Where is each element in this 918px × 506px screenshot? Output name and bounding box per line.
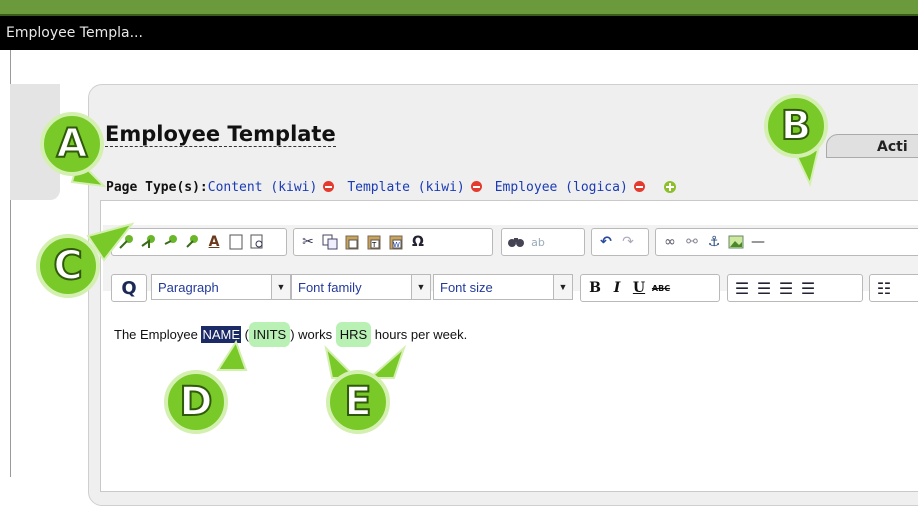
- unlink-icon[interactable]: ⚯: [682, 232, 702, 252]
- paste-icon[interactable]: [342, 232, 362, 252]
- strikethrough-button[interactable]: ABC: [651, 278, 671, 298]
- toolbar-group-insert: ∞ ⚯ ⚓ —: [655, 228, 918, 256]
- new-page-icon[interactable]: [226, 232, 246, 252]
- preview-icon[interactable]: [248, 232, 268, 252]
- toolbar-group-lists: ☷: [869, 274, 918, 302]
- page-type-link-employee[interactable]: Employee (logica): [495, 180, 628, 195]
- toolbar-group-align: ☰ ☰ ☰ ☰: [727, 274, 863, 302]
- top-accent-stripe: [0, 0, 918, 14]
- remove-icon[interactable]: [323, 181, 335, 192]
- chevron-down-icon[interactable]: ▼: [553, 275, 572, 299]
- cut-icon[interactable]: ✂: [298, 232, 318, 252]
- svg-text:W: W: [393, 241, 400, 249]
- align-left-icon[interactable]: ☰: [732, 278, 752, 298]
- underline-button[interactable]: U: [629, 278, 649, 298]
- template-token-icon[interactable]: [116, 232, 136, 252]
- bullet-list-icon[interactable]: ☷: [874, 278, 894, 298]
- format-select[interactable]: Paragraph ▼: [151, 274, 291, 300]
- callout-d: D: [164, 370, 228, 434]
- redo-icon[interactable]: ↷: [618, 232, 638, 252]
- template-token-icon[interactable]: [160, 232, 180, 252]
- remove-icon[interactable]: [633, 181, 645, 192]
- font-family-select[interactable]: Font family ▼: [291, 274, 431, 300]
- svg-text:T: T: [371, 241, 377, 249]
- chevron-down-icon[interactable]: ▼: [271, 275, 290, 299]
- name-token[interactable]: NAME: [201, 326, 241, 343]
- align-center-icon[interactable]: ☰: [754, 278, 774, 298]
- find-icon[interactable]: [506, 232, 526, 252]
- page-title[interactable]: Employee Template: [105, 122, 336, 147]
- font-size-select[interactable]: Font size ▼: [433, 274, 573, 300]
- page-type-link-content[interactable]: Content (kiwi): [208, 180, 318, 195]
- omega-icon[interactable]: Ω: [408, 232, 428, 252]
- toolbar-group-find: ab: [501, 228, 585, 256]
- horizontal-rule-icon[interactable]: —: [748, 232, 768, 252]
- toolbar-group-template: A: [111, 228, 287, 256]
- toolbar-group-q: Q: [111, 274, 147, 302]
- paste-word-icon[interactable]: W: [386, 232, 406, 252]
- window-title: Employee Templa...: [6, 25, 143, 41]
- align-right-icon[interactable]: ☰: [776, 278, 796, 298]
- text-style-icon[interactable]: A: [204, 232, 224, 252]
- remove-icon[interactable]: [470, 181, 482, 192]
- chevron-down-icon[interactable]: ▼: [411, 275, 430, 299]
- replace-icon[interactable]: ab: [528, 232, 548, 252]
- page-type-link-template[interactable]: Template (kiwi): [347, 180, 464, 195]
- link-icon[interactable]: ∞: [660, 232, 680, 252]
- anchor-icon[interactable]: ⚓: [704, 232, 724, 252]
- callout-e: E: [326, 370, 390, 434]
- format-select-value: Paragraph: [158, 280, 219, 295]
- toolbar-group-clipboard: ✂ T W Ω: [293, 228, 493, 256]
- toolbar-row-1: A ✂ T W Ω ab ↶ ↷ ∞ ⚯ ⚓ —: [103, 228, 918, 256]
- callout-b: B: [764, 94, 828, 158]
- font-size-select-value: Font size: [440, 280, 493, 295]
- paste-text-icon[interactable]: T: [364, 232, 384, 252]
- add-icon[interactable]: [663, 180, 676, 193]
- window-titlebar: Employee Templa...: [0, 14, 918, 50]
- toolbar-row-2: Q Paragraph ▼ Font family ▼ Font size ▼ …: [103, 274, 918, 302]
- undo-icon[interactable]: ↶: [596, 232, 616, 252]
- page-types-row: Page Type(s):Content (kiwi) Template (kiw…: [106, 180, 679, 195]
- callout-a: A: [40, 112, 104, 176]
- hrs-token[interactable]: HRS: [335, 322, 372, 347]
- inits-token[interactable]: INITS: [248, 322, 291, 347]
- editor-content[interactable]: The Employee NAME (INITS) works HRS hour…: [114, 322, 467, 347]
- italic-button[interactable]: I: [607, 278, 627, 298]
- actions-button[interactable]: Acti: [826, 134, 918, 158]
- template-token-icon[interactable]: [182, 232, 202, 252]
- page-types-label: Page Type(s):: [106, 180, 208, 195]
- toolbar-group-text-style: B I U ABC: [580, 274, 720, 302]
- image-icon[interactable]: [726, 232, 746, 252]
- align-justify-icon[interactable]: ☰: [798, 278, 818, 298]
- copy-icon[interactable]: [320, 232, 340, 252]
- template-token-icon[interactable]: [138, 232, 158, 252]
- q-button[interactable]: Q: [119, 278, 139, 299]
- font-family-select-value: Font family: [298, 280, 362, 295]
- toolbar-group-history: ↶ ↷: [591, 228, 649, 256]
- callout-c: C: [36, 234, 100, 298]
- bold-button[interactable]: B: [585, 278, 605, 298]
